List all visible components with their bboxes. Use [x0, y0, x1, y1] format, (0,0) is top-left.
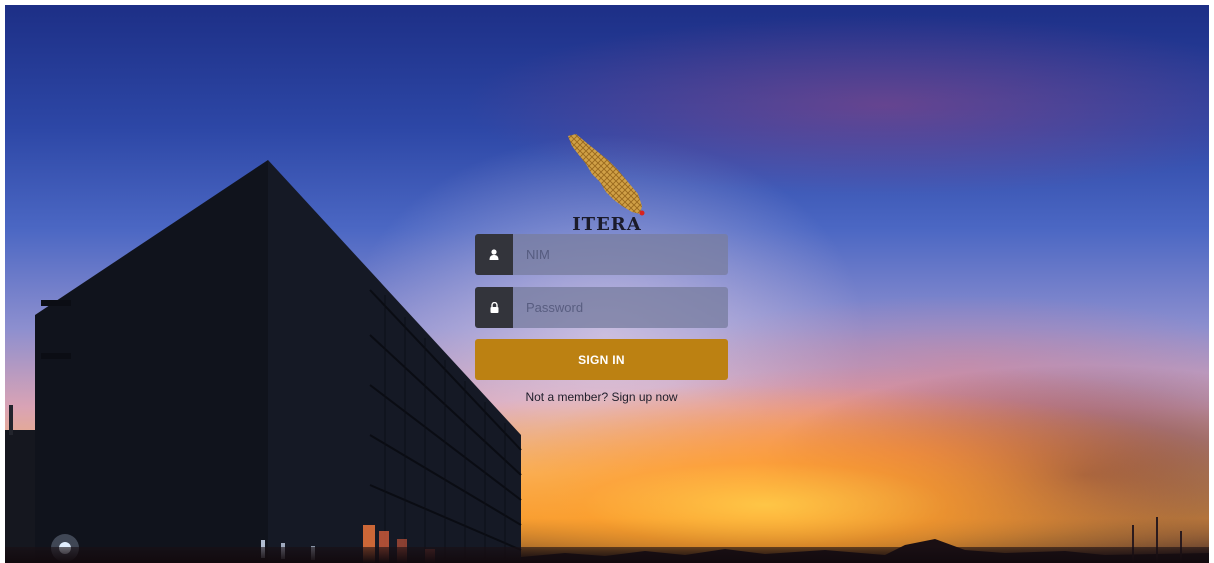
brand-name: ITERA: [572, 214, 642, 235]
lock-icon: [475, 287, 513, 328]
username-field-group: [475, 234, 728, 275]
ground-shadow: [5, 547, 1209, 563]
signup-link[interactable]: Not a member? Sign up now: [525, 390, 677, 404]
login-background: [5, 5, 1209, 563]
password-field-group: [475, 287, 728, 328]
building-silhouette: [5, 160, 1209, 563]
username-input[interactable]: [513, 234, 728, 275]
user-icon: [475, 234, 513, 275]
signup-prompt: Not a member? Sign up now: [475, 390, 728, 404]
password-input[interactable]: [513, 287, 728, 328]
sign-in-button[interactable]: SIGN IN: [475, 339, 728, 380]
